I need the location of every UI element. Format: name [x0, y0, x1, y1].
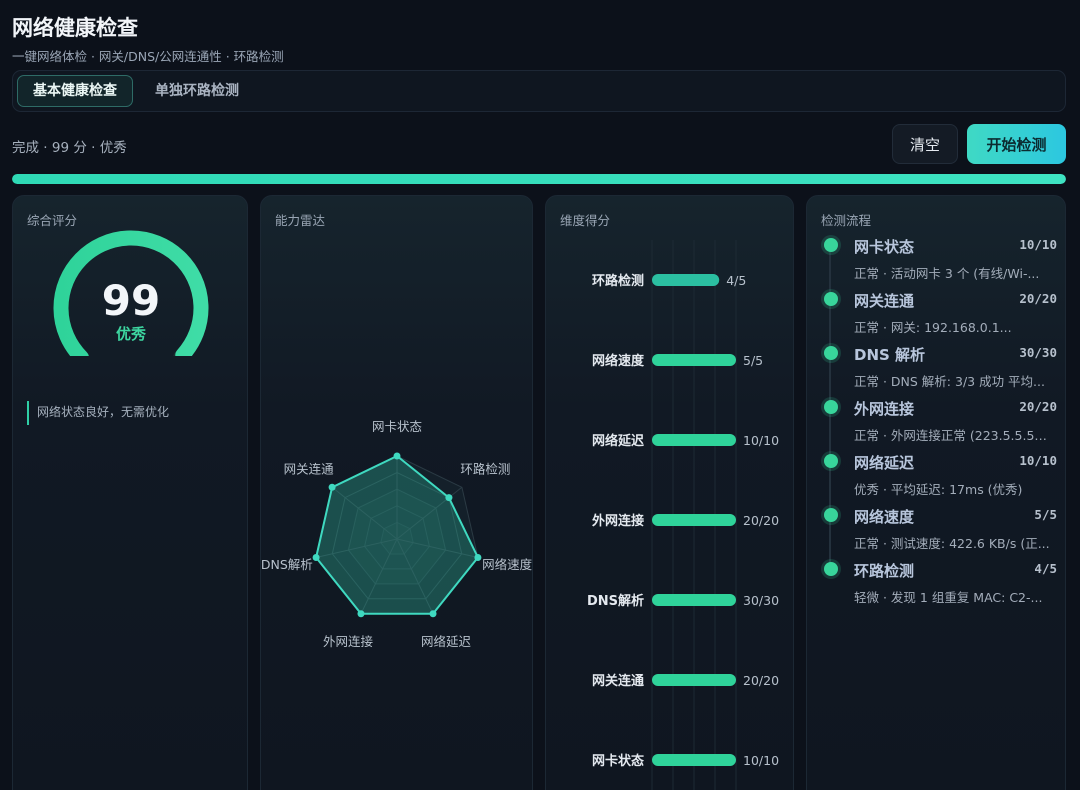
status-dot-icon	[824, 346, 838, 360]
flow-panel-title: 检测流程	[821, 213, 872, 228]
dimension-bar	[652, 434, 736, 446]
flow-item-desc: 正常 · DNS 解析: 3/3 成功 平均...	[854, 374, 1045, 389]
dimension-label: 外网连接	[591, 513, 644, 529]
flow-item-desc: 正常 · 活动网卡 3 个 (有线/Wi-...	[854, 266, 1040, 281]
dimension-label: 环路检测	[592, 273, 644, 289]
flow-item-desc: 正常 · 外网连接正常 (223.5.5.5)...	[854, 428, 1050, 443]
page-title: 网络健康检查	[12, 16, 138, 40]
status-dot-icon	[824, 292, 838, 306]
dimension-bar	[652, 274, 720, 286]
dimension-value-label: 4/5	[726, 273, 746, 288]
tab-bar: 基本健康检查 单独环路检测	[12, 70, 1066, 112]
flow-item: 环路检测 4/5 轻微 · 发现 1 组重复 MAC: C2-...	[821, 560, 1061, 614]
status-text: 完成 · 99 分 · 优秀	[12, 140, 127, 156]
flow-item-score: 4/5	[1034, 561, 1057, 576]
dimension-value-label: 20/20	[743, 673, 779, 688]
dimension-bar	[652, 754, 736, 766]
status-dot-icon	[824, 562, 838, 576]
tab-basic-check[interactable]: 基本健康检查	[17, 75, 133, 107]
flow-item-desc: 正常 · 网关: 192.168.0.1...	[854, 320, 1012, 335]
flow-item-name: 环路检测	[854, 562, 915, 580]
flow-item-score: 30/30	[1019, 345, 1057, 360]
flow-item-score: 10/10	[1019, 237, 1057, 252]
radar-point	[474, 553, 482, 561]
dimension-label: 网络延迟	[592, 433, 644, 449]
flow-panel: 检测流程 网卡状态 10/10 正常 · 活动网卡 3 个 (有线/Wi-...…	[806, 195, 1066, 790]
radar-axis-label: 网络速度	[482, 557, 532, 572]
dimension-panel: 维度得分 环路检测 4/5 网络速度 5/5 网络延迟 10/10 外网连接 20/20 DNS…	[545, 195, 794, 790]
dimension-label: DNS解析	[587, 593, 644, 609]
dimension-value-label: 10/10	[743, 433, 779, 448]
radar-axis-label: 网络延迟	[421, 634, 472, 649]
radar-axis-label: DNS解析	[261, 557, 313, 572]
score-note: 网络状态良好，无需优化	[27, 401, 233, 425]
flow-item-name: 网关连通	[854, 292, 915, 310]
dimension-value-label: 30/30	[743, 593, 779, 608]
flow-item: DNS 解析 30/30 正常 · DNS 解析: 3/3 成功 平均...	[821, 344, 1061, 398]
flow-item-name: 网络速度	[854, 508, 915, 526]
flow-item-name: 外网连接	[854, 400, 915, 418]
clear-button[interactable]: 清空	[892, 124, 958, 164]
flow-item: 外网连接 20/20 正常 · 外网连接正常 (223.5.5.5)...	[821, 398, 1061, 452]
dimension-value-label: 5/5	[743, 353, 763, 368]
flow-item-score: 10/10	[1019, 453, 1057, 468]
flow-item-name: DNS 解析	[854, 346, 926, 364]
status-dot-icon	[824, 508, 838, 522]
score-panel: 综合评分 99 优秀 网络状态良好，无需优化	[12, 195, 248, 790]
dimension-label: 网关连通	[592, 673, 644, 689]
start-check-button[interactable]: 开始检测	[967, 124, 1066, 164]
radar-point	[357, 610, 365, 618]
radar-series-area	[315, 454, 480, 615]
flow-item: 网络延迟 10/10 优秀 · 平均延迟: 17ms (优秀)	[821, 452, 1061, 506]
radar-axis-label: 网卡状态	[372, 419, 422, 434]
dimension-value-label: 10/10	[743, 753, 779, 768]
dimension-bar	[652, 354, 736, 366]
score-grade: 优秀	[115, 325, 146, 343]
flow-item: 网卡状态 10/10 正常 · 活动网卡 3 个 (有线/Wi-...	[821, 236, 1061, 290]
radar-point	[393, 452, 401, 460]
flow-item-desc: 优秀 · 平均延迟: 17ms (优秀)	[854, 482, 1023, 497]
dimension-bar-chart: 环路检测 4/5 网络速度 5/5 网络延迟 10/10 外网连接 20/20 DNS解析 30/…	[587, 240, 779, 790]
tab-loop-detection[interactable]: 单独环路检测	[140, 75, 254, 107]
radar-panel: 能力雷达 网卡状态 环路检测 网络速度 网络延迟 外网连接 DNS解析 网关连通	[260, 195, 533, 790]
dimension-bar	[652, 514, 736, 526]
dimension-bar	[652, 594, 736, 606]
status-dot-icon	[824, 238, 838, 252]
radar-point	[445, 494, 453, 502]
page-subtitle: 一键网络体检 · 网关/DNS/公网连通性 · 环路检测	[12, 49, 284, 64]
flow-item-score: 5/5	[1034, 507, 1057, 522]
radar-point	[429, 610, 437, 618]
flow-item-score: 20/20	[1019, 291, 1057, 306]
score-value: 99	[101, 276, 161, 325]
flow-item-name: 网卡状态	[854, 238, 915, 256]
status-dot-icon	[824, 454, 838, 468]
progress-bar	[12, 174, 1066, 184]
progress-fill	[12, 174, 1066, 184]
radar-point	[312, 553, 320, 561]
dimension-label: 网卡状态	[592, 753, 644, 769]
radar-axis-label: 外网连接	[323, 634, 374, 649]
flow-item-name: 网络延迟	[854, 454, 915, 472]
flow-item-score: 20/20	[1019, 399, 1057, 414]
radar-axis-label: 网关连通	[284, 462, 335, 477]
flow-item: 网关连通 20/20 正常 · 网关: 192.168.0.1...	[821, 290, 1061, 344]
status-dot-icon	[824, 400, 838, 414]
flow-item: 网络速度 5/5 正常 · 测试速度: 422.6 KB/s (正...	[821, 506, 1061, 560]
dimension-value-label: 20/20	[743, 513, 779, 528]
flow-item-desc: 正常 · 测试速度: 422.6 KB/s (正...	[854, 536, 1050, 551]
dimension-bar	[652, 674, 736, 686]
radar-point	[328, 483, 336, 491]
radar-chart: 网卡状态环路检测网络速度网络延迟 外网连接 DNS解析 网关连通	[261, 419, 532, 649]
flow-item-desc: 轻微 · 发现 1 组重复 MAC: C2-...	[854, 590, 1043, 605]
radar-axis-label: 环路检测	[460, 462, 510, 477]
dimension-label: 网络速度	[592, 353, 645, 369]
